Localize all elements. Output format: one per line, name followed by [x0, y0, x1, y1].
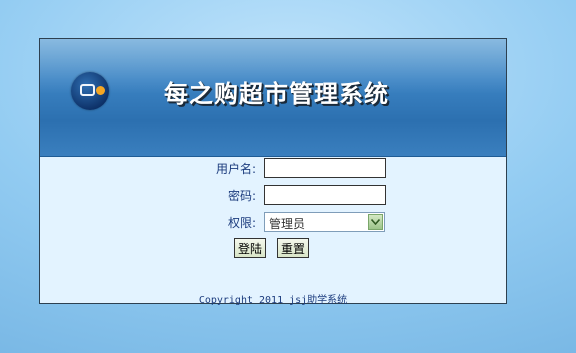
- role-select[interactable]: 管理员: [264, 212, 385, 232]
- username-input[interactable]: [264, 158, 386, 178]
- logo-frame: [80, 84, 95, 96]
- header-banner: 每之购超市管理系统: [40, 39, 506, 157]
- page-title: 每之购超市管理系统: [164, 79, 389, 108]
- chevron-down-icon[interactable]: [368, 214, 383, 230]
- username-label: 用户名:: [215, 162, 256, 176]
- login-button[interactable]: 登陆: [234, 238, 267, 258]
- role-select-value: 管理员: [269, 217, 306, 231]
- login-panel: 每之购超市管理系统 用户名: 密码: 权限: 管理员 登陆 重置 Copyrig…: [39, 38, 507, 306]
- password-label: 密码:: [227, 189, 256, 203]
- reset-button[interactable]: 重置: [277, 238, 310, 258]
- logo-dot: [96, 86, 105, 95]
- password-input[interactable]: [264, 185, 386, 205]
- copyright-text: Copyright 2011 jsj助学系统: [198, 295, 348, 306]
- app-logo-icon: [71, 72, 109, 110]
- role-label: 权限:: [227, 216, 256, 230]
